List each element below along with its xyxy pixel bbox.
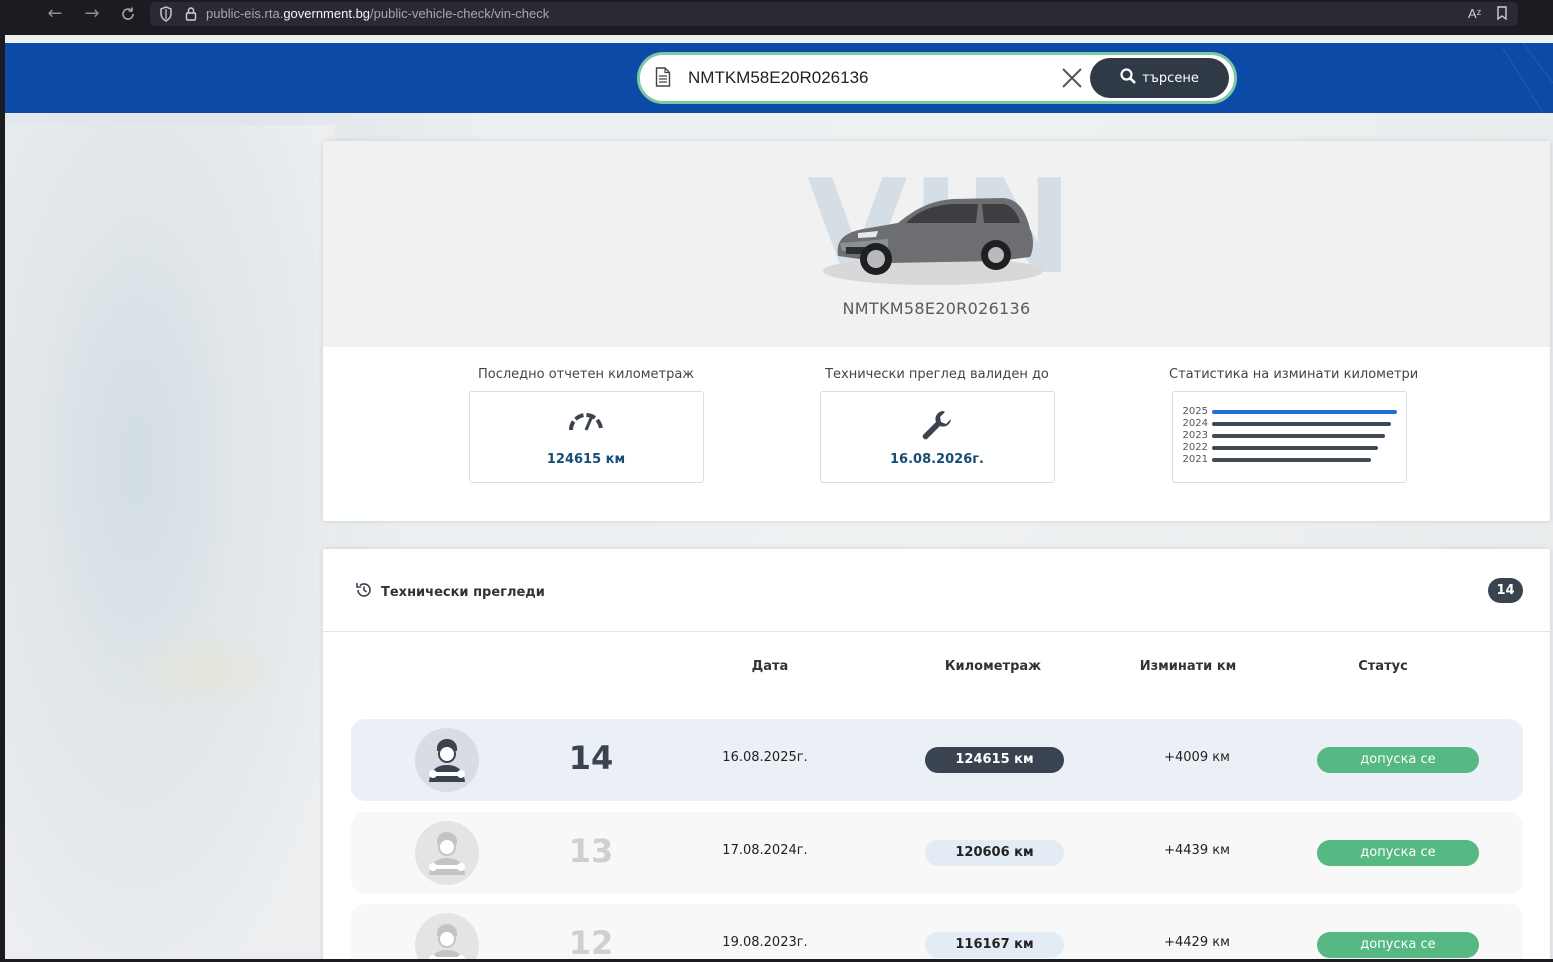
search-button-label: търсене bbox=[1142, 70, 1199, 86]
column-header-status: Статус bbox=[1358, 659, 1408, 674]
vehicle-card: VIN NMTKM58E20R026136 Последно отчетен к… bbox=[323, 141, 1550, 521]
top-strip bbox=[5, 35, 1553, 43]
mileage-label: Последно отчетен километраж bbox=[477, 367, 695, 382]
inspection-mileage: 120606 км bbox=[925, 839, 1064, 866]
km-year-label: 2022 bbox=[1182, 442, 1208, 453]
reload-icon[interactable] bbox=[116, 3, 140, 25]
mechanic-avatar-icon bbox=[415, 728, 479, 792]
inspection-number: 13 bbox=[568, 831, 614, 870]
inspections-header: Технически прегледи 14 bbox=[323, 549, 1550, 632]
column-header-traveled: Изминати км bbox=[1139, 659, 1237, 674]
inspection-label: Технически преглед валиден до bbox=[825, 367, 1049, 382]
km-stats: Статистика на изминати километри 2025 202… bbox=[1169, 367, 1419, 483]
forward-arrow-icon[interactable]: → bbox=[80, 3, 104, 25]
back-arrow-icon[interactable]: ← bbox=[43, 3, 67, 25]
km-stats-label: Статистика на изминати километри bbox=[1169, 367, 1419, 382]
inspection-row[interactable]: 13 17.08.2024г. 120606 км +4439 км допуска с… bbox=[351, 811, 1523, 894]
mileage-box: 124615 км bbox=[468, 391, 704, 483]
address-bar[interactable]: public-eis.rta.government.bg/public-vehi… bbox=[150, 2, 1518, 26]
km-year-row: 2022 bbox=[1183, 442, 1398, 454]
inspections-count-badge: 14 bbox=[1488, 578, 1523, 603]
inspections-card: Технически прегледи 14 Дата Километраж И… bbox=[323, 549, 1550, 959]
km-year-bar bbox=[1211, 458, 1371, 462]
status-badge: допуска се bbox=[1317, 839, 1479, 866]
vin-search-input[interactable] bbox=[688, 65, 1048, 91]
search-icon bbox=[1120, 68, 1137, 88]
inspection-traveled: +4429 км bbox=[1164, 935, 1230, 950]
km-year-label: 2023 bbox=[1182, 430, 1208, 441]
inspection-mileage: 124615 км bbox=[925, 747, 1064, 773]
inspection-date: 19.08.2023г. bbox=[722, 935, 808, 950]
history-icon bbox=[355, 581, 373, 603]
vehicle-header: VIN NMTKM58E20R026136 bbox=[323, 141, 1550, 347]
km-year-row: 2023 bbox=[1183, 430, 1398, 442]
status-badge: допуска се bbox=[1317, 932, 1479, 958]
inspections-title: Технически прегледи bbox=[381, 584, 545, 600]
inspection-date: 16.08.2025г. bbox=[722, 750, 808, 765]
search-button[interactable]: търсене bbox=[1090, 58, 1229, 98]
inspection-traveled: +4009 км bbox=[1164, 750, 1230, 765]
translate-icon[interactable]: Aᶻ bbox=[1468, 6, 1481, 21]
km-year-row: 2024 bbox=[1183, 418, 1398, 430]
speedometer-icon bbox=[470, 408, 703, 436]
vin-text: NMTKM58E20R026136 bbox=[842, 299, 1031, 318]
km-year-row: 2025 bbox=[1183, 406, 1398, 418]
km-year-bar bbox=[1211, 446, 1378, 450]
inspection-row[interactable]: 12 19.08.2023г. 116167 км +4429 км допуска с… bbox=[351, 904, 1523, 959]
vin-search-box: търсене bbox=[637, 52, 1237, 104]
shield-icon[interactable] bbox=[159, 6, 173, 26]
mechanic-avatar-icon bbox=[415, 913, 479, 959]
km-stats-box[interactable]: 2025 2024 2023 2022 2021 bbox=[1171, 391, 1407, 483]
km-year-bar bbox=[1211, 410, 1397, 414]
document-icon bbox=[655, 67, 671, 91]
km-year-label: 2021 bbox=[1182, 454, 1208, 465]
bookmark-icon[interactable] bbox=[1496, 6, 1508, 24]
browser-toolbar: ← → public-eis.rta.government.bg/public-… bbox=[0, 0, 1553, 28]
column-header-date: Дата bbox=[751, 659, 789, 674]
km-year-label: 2025 bbox=[1182, 406, 1208, 417]
inspection-date: 17.08.2024г. bbox=[722, 842, 808, 858]
page-viewport: търсене VIN NMTKM58E20R026136 Последно о… bbox=[5, 35, 1553, 959]
clear-icon[interactable] bbox=[1060, 66, 1084, 90]
inspection-mileage: 116167 км bbox=[925, 932, 1064, 958]
url-text: public-eis.rta.government.bg/public-vehi… bbox=[206, 6, 550, 21]
km-year-bar bbox=[1211, 434, 1386, 438]
km-year-bar bbox=[1211, 422, 1391, 426]
lock-icon[interactable] bbox=[185, 6, 197, 26]
inspection-traveled: +4439 км bbox=[1164, 842, 1230, 858]
mileage-stat: Последно отчетен километраж 124615 км bbox=[466, 367, 706, 483]
km-year-chart: 2025 2024 2023 2022 2021 bbox=[1183, 406, 1398, 466]
inspection-stat: Технически преглед валиден до 16.08.2026… bbox=[817, 367, 1057, 483]
inspection-number: 12 bbox=[568, 924, 614, 959]
status-badge: допуска се bbox=[1317, 747, 1479, 773]
column-header-mileage: Километраж bbox=[944, 659, 1042, 674]
inspection-value: 16.08.2026г. bbox=[890, 452, 984, 467]
mileage-value: 124615 км bbox=[546, 452, 626, 467]
km-year-label: 2024 bbox=[1182, 418, 1208, 429]
background-blur-accent bbox=[125, 625, 285, 715]
mechanic-avatar-icon bbox=[415, 820, 479, 885]
inspection-number: 14 bbox=[568, 739, 614, 777]
inspection-box: 16.08.2026г. bbox=[819, 391, 1055, 483]
background-blur bbox=[5, 125, 335, 959]
km-year-row: 2021 bbox=[1183, 454, 1398, 466]
inspection-row[interactable]: 14 16.08.2025г. 124615 км +4009 км допуска с… bbox=[351, 719, 1523, 801]
wrench-icon bbox=[821, 408, 1054, 448]
car-icon bbox=[823, 198, 1043, 285]
